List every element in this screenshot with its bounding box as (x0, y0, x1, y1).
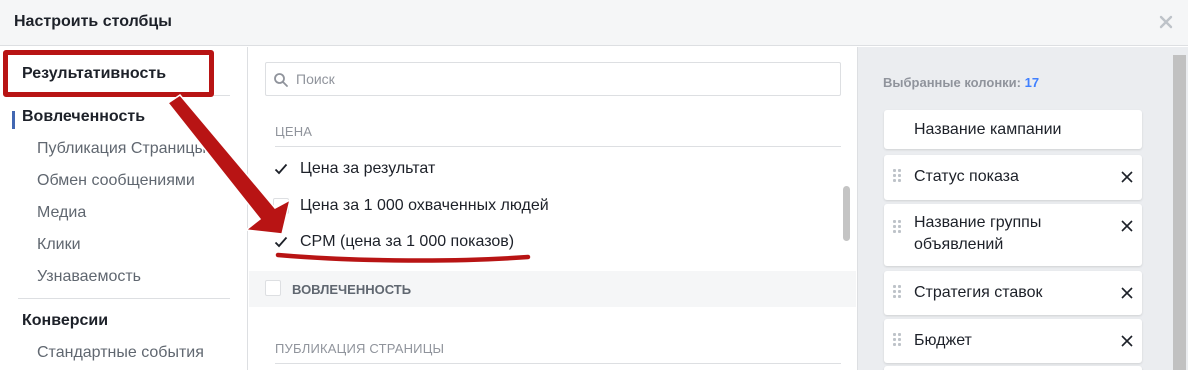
selected-columns-panel: Выбранные колонки: 17 Название кампании … (857, 47, 1188, 370)
nav-group-performance: Результативность (18, 58, 230, 90)
drag-handle-icon[interactable] (893, 169, 903, 185)
search-box (265, 62, 841, 96)
close-button[interactable] (1156, 12, 1176, 32)
option-cost-per-1000-reached[interactable]: Цена за 1 000 охваченных людей (273, 191, 549, 221)
selected-column-card[interactable]: Бюджет (884, 319, 1142, 363)
selected-columns-title: Выбранные колонки: 17 (883, 75, 1039, 90)
nav-group-engagement: Вовлеченность Публикация Страницы Обмен … (18, 101, 230, 293)
divider (275, 363, 841, 364)
customize-columns-dialog: Настроить столбцы Результативность Вовле… (0, 0, 1188, 370)
section-title-page-post: ПУБЛИКАЦИЯ СТРАНИЦЫ (275, 341, 445, 356)
nav-subitem-page-post[interactable]: Публикация Страницы (18, 133, 230, 165)
selected-column-card: Название кампании (884, 110, 1142, 149)
dialog-header: Настроить столбцы (0, 0, 1188, 46)
active-indicator (12, 111, 15, 129)
remove-icon[interactable] (1120, 219, 1134, 233)
remove-icon[interactable] (1120, 170, 1134, 184)
option-cost-per-result[interactable]: Цена за результат (273, 154, 435, 184)
option-label: Цена за 1 000 охваченных людей (300, 197, 549, 214)
checkbox-checked[interactable] (273, 161, 289, 177)
selected-column-label: Бюджет (914, 332, 972, 349)
divider (18, 298, 230, 299)
divider (18, 95, 230, 96)
selected-column-label: Стратегия ставок (914, 284, 1043, 301)
divider (275, 146, 841, 147)
column-options-panel: ЦЕНА Цена за результат Цена за 1 000 охв… (249, 47, 856, 370)
nav-subitem-clicks[interactable]: Клики (18, 229, 230, 261)
checkbox-unchecked[interactable] (273, 198, 289, 214)
selected-column-label: Название кампании (914, 121, 1062, 138)
checkmark-icon (274, 236, 288, 248)
selected-column-label: Статус показа (914, 168, 1019, 185)
nav-item-engagement[interactable]: Вовлеченность (18, 101, 230, 133)
checkbox-unchecked[interactable] (265, 280, 281, 296)
selected-columns-count: 17 (1024, 75, 1040, 90)
nav-separator-wrap (18, 298, 230, 299)
checkbox-checked[interactable] (273, 234, 289, 250)
selected-columns-label: Выбранные колонки: (883, 75, 1021, 90)
dialog-title: Настроить столбцы (14, 13, 172, 30)
remove-icon[interactable] (1120, 334, 1134, 348)
nav-subitem-awareness[interactable]: Узнаваемость (18, 261, 230, 293)
nav-separator-wrap (18, 95, 230, 96)
scrollbar-thumb[interactable] (1173, 55, 1186, 370)
nav-subitem-messaging[interactable]: Обмен сообщениями (18, 165, 230, 197)
drag-handle-icon[interactable] (893, 220, 903, 236)
section-title-price: ЦЕНА (275, 124, 313, 139)
checkmark-icon (274, 163, 288, 175)
drag-handle-icon[interactable] (893, 333, 903, 349)
close-icon (1159, 15, 1173, 29)
nav-item-conversions[interactable]: Конверсии (18, 305, 230, 337)
group-header-engagement[interactable]: ВОВЛЕЧЕННОСТЬ (249, 271, 856, 307)
drag-handle-icon[interactable] (893, 285, 903, 301)
remove-icon[interactable] (1120, 286, 1134, 300)
option-label: CPM (цена за 1 000 показов) (300, 233, 515, 250)
nav-item-performance[interactable]: Результативность (18, 58, 230, 90)
search-icon (274, 73, 288, 87)
selected-column-card (884, 366, 1142, 370)
search-input[interactable] (296, 63, 826, 95)
selected-column-card[interactable]: Стратегия ставок (884, 271, 1142, 315)
selected-column-card[interactable]: Статус показа (884, 155, 1142, 200)
group-label: ВОВЛЕЧЕННОСТЬ (292, 282, 412, 297)
nav-subitem-standard-events[interactable]: Стандартные события (18, 337, 230, 369)
nav-group-conversions: Конверсии Стандартные события (18, 305, 230, 369)
selected-column-label: Название группы объявлений (914, 214, 1042, 253)
category-sidebar: Результативность Вовлеченность Публикаци… (0, 47, 248, 370)
selected-column-card[interactable]: Название группы объявлений (884, 204, 1142, 266)
option-label: Цена за результат (300, 160, 436, 177)
scrollbar-thumb[interactable] (843, 186, 850, 241)
option-cpm[interactable]: CPM (цена за 1 000 показов) (273, 227, 514, 257)
nav-subitem-media[interactable]: Медиа (18, 197, 230, 229)
